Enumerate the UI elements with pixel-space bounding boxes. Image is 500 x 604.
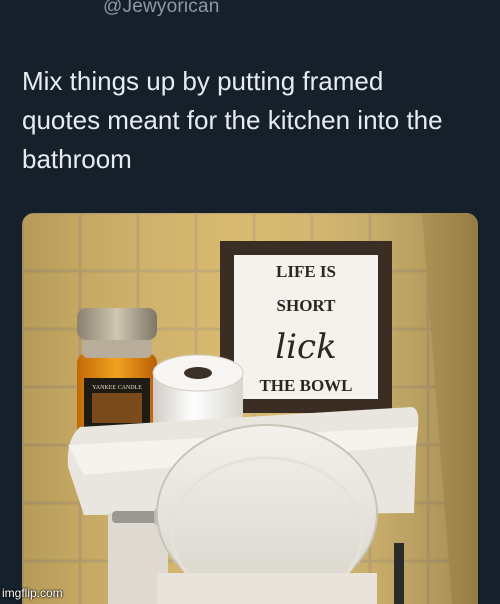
- framed-sign: LIFE IS SHORT lick THE BOWL: [220, 241, 392, 413]
- toilet-lid: [156, 424, 378, 604]
- sign-line-2: SHORT: [277, 296, 337, 315]
- candle-label: YANKEE CANDLE: [92, 385, 142, 391]
- tweet-text: Mix things up by putting framed quotes m…: [22, 66, 443, 174]
- tweet-handle[interactable]: @Jewyorican: [103, 0, 220, 18]
- imgflip-watermark: imgflip.com: [2, 586, 63, 600]
- sign-line-1: LIFE IS: [276, 262, 336, 281]
- tweet-photo[interactable]: LIFE IS SHORT lick THE BOWL YANKEE CANDL…: [22, 213, 478, 604]
- sign-line-4: THE BOWL: [259, 376, 352, 395]
- sign-line-3: lick: [275, 327, 336, 367]
- water-pipe: [394, 543, 404, 604]
